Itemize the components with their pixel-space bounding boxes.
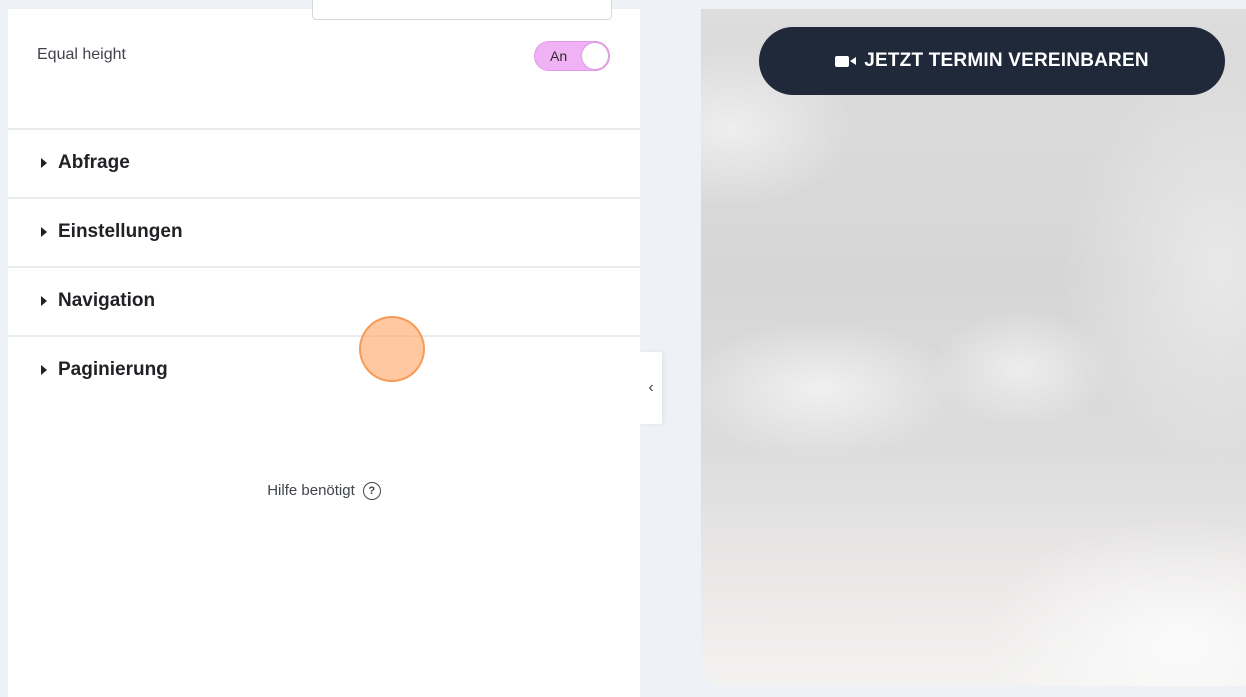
preview-canvas <box>701 9 1246 686</box>
toggle-state-label: An <box>550 48 568 64</box>
book-appointment-button[interactable]: JETZT TERMIN VEREINBAREN <box>759 27 1225 95</box>
section-title: Abfrage <box>58 152 130 173</box>
section-abfrage[interactable]: Abfrage <box>8 128 640 196</box>
equal-height-control: Equal height An <box>8 37 640 77</box>
help-link[interactable]: Hilfe benötigt? <box>8 482 640 501</box>
section-title: Einstellungen <box>58 221 183 242</box>
toggle-knob <box>582 43 608 69</box>
caret-right-icon <box>41 296 47 306</box>
section-title: Navigation <box>58 290 156 311</box>
cta-label: JETZT TERMIN VEREINBAREN <box>864 50 1149 71</box>
collapse-panel-button[interactable]: ‹ <box>640 352 662 424</box>
chevron-left-icon: ‹ <box>648 379 654 396</box>
settings-panel: Equal height An Abfrage Einstellungen Na… <box>8 0 640 697</box>
caret-right-icon <box>41 227 47 237</box>
help-label: Hilfe benötigt <box>267 482 355 499</box>
top-input-field[interactable] <box>312 0 612 20</box>
equal-height-label: Equal height <box>37 46 126 63</box>
section-einstellungen[interactable]: Einstellungen <box>8 197 640 265</box>
video-camera-icon <box>835 55 857 67</box>
cursor-highlight <box>359 316 425 382</box>
section-title: Paginierung <box>58 359 168 380</box>
question-circle-icon: ? <box>362 482 381 501</box>
section-navigation[interactable]: Navigation <box>8 266 640 334</box>
section-paginierung[interactable]: Paginierung <box>8 335 640 403</box>
equal-height-toggle[interactable]: An <box>534 41 610 71</box>
caret-right-icon <box>41 158 47 168</box>
caret-right-icon <box>41 365 47 375</box>
